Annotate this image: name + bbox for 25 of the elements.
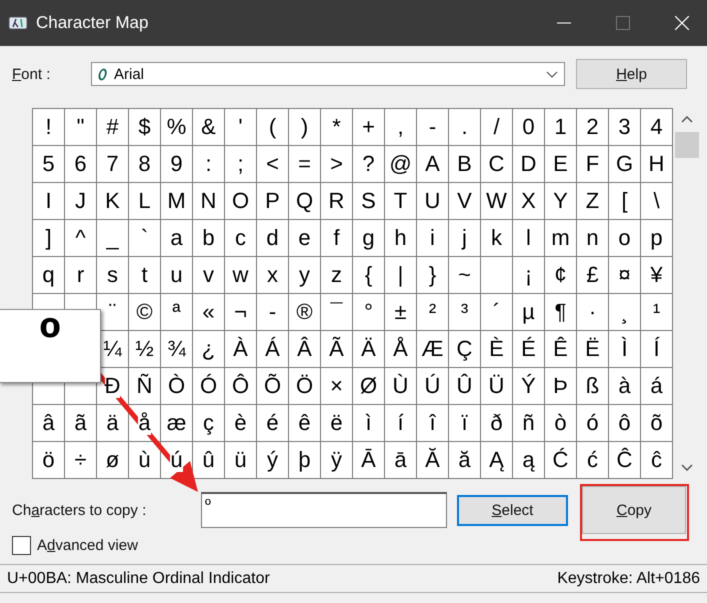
character-glyph[interactable]: å xyxy=(138,410,151,436)
advanced-view-checkbox[interactable] xyxy=(12,536,31,555)
character-glyph[interactable]: ú xyxy=(170,448,183,472)
chevron-down-icon xyxy=(546,70,558,78)
characters-to-copy-field[interactable]: º xyxy=(201,492,447,528)
advanced-view-label: Advanced view xyxy=(37,537,138,554)
scroll-down-icon[interactable] xyxy=(681,464,693,471)
maximize-icon[interactable] xyxy=(616,16,630,30)
character-cell[interactable] xyxy=(481,257,513,294)
font-dropdown[interactable]: Arial xyxy=(91,62,565,86)
font-type-icon xyxy=(98,68,107,80)
help-button[interactable]: Help xyxy=(576,59,687,89)
window-title: Character Map xyxy=(36,13,148,33)
font-label: Font : xyxy=(12,66,52,82)
copy-button[interactable]: Copy xyxy=(582,486,686,534)
characters-to-copy-label: Characters to copy : xyxy=(12,502,148,518)
close-icon[interactable] xyxy=(675,16,689,30)
magnified-character-tooltip: º xyxy=(0,309,101,383)
keystroke-text: Keystroke: Alt+0186 xyxy=(557,570,700,588)
scroll-up-icon[interactable] xyxy=(681,116,693,123)
app-icon xyxy=(8,15,28,31)
select-button[interactable]: Select xyxy=(457,494,568,526)
scrollbar-thumb[interactable] xyxy=(675,132,699,158)
character-description: U+00BA: Masculine Ordinal Indicator xyxy=(7,570,270,588)
character-glyph[interactable]: ý xyxy=(267,448,278,472)
